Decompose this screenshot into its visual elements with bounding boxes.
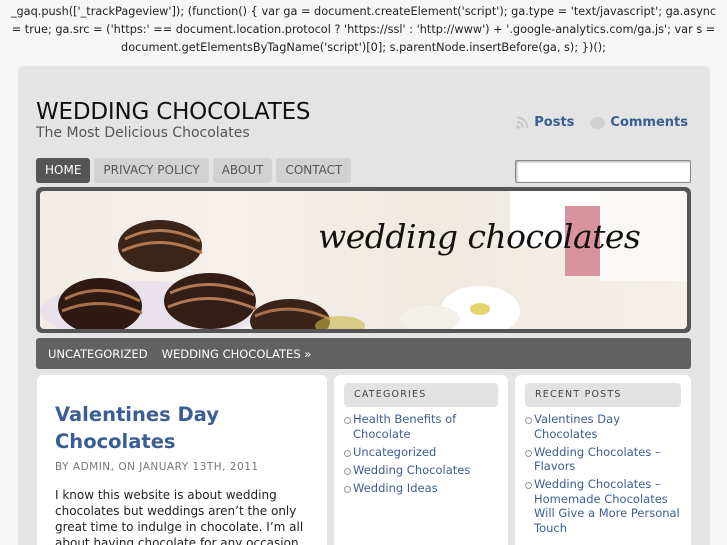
search-input[interactable] bbox=[515, 160, 691, 183]
list-item[interactable]: Valentines Day Chocolates bbox=[525, 412, 681, 441]
posts-feed-link[interactable]: Posts bbox=[516, 115, 574, 130]
analytics-code-text: _gaq.push(['_trackPageview']); (function… bbox=[0, 0, 727, 66]
comments-feed-label: Comments bbox=[610, 115, 688, 130]
posts-feed-label: Posts bbox=[534, 115, 575, 130]
recent-posts-widget-title: RECENT POSTS bbox=[525, 383, 681, 407]
comments-feed-link[interactable]: Comments bbox=[580, 115, 688, 130]
recent-posts-widget: RECENT POSTS Valentines Day Chocolates W… bbox=[515, 375, 691, 545]
categories-list: Health Benefits of Chocolate Uncategoriz… bbox=[344, 412, 498, 495]
code-line-1: _gaq.push(['_trackPageview']); (function… bbox=[10, 5, 717, 18]
list-item[interactable]: Wedding Chocolates – Flavors bbox=[525, 445, 681, 474]
categories-widget: CATEGORIES Health Benefits of Chocolate … bbox=[334, 375, 508, 545]
banner-title: wedding chocolates bbox=[318, 217, 641, 256]
post-meta: BY ADMIN, ON JANUARY 13TH, 2011 bbox=[55, 461, 259, 473]
recent-posts-list: Valentines Day Chocolates Wedding Chocol… bbox=[525, 412, 681, 535]
list-item[interactable]: Health Benefits of Chocolate bbox=[344, 412, 498, 441]
comment-bubble-icon bbox=[590, 116, 606, 129]
category-nav: UNCATEGORIZED WEDDING CHOCOLATES » bbox=[36, 338, 691, 369]
rss-icon bbox=[516, 116, 529, 129]
site-tagline: The Most Delicious Chocolates bbox=[36, 125, 250, 141]
header-banner: wedding chocolates bbox=[36, 187, 691, 333]
code-line-2: = true; ga.src = ('https:' == document.l… bbox=[11, 23, 716, 36]
nav-privacy-policy[interactable]: PRIVACY POLICY bbox=[94, 158, 209, 183]
post-excerpt: I know this website is about wedding cho… bbox=[55, 488, 304, 545]
nav-about[interactable]: ABOUT bbox=[212, 158, 273, 183]
chocolates-illustration bbox=[40, 191, 687, 329]
site-title[interactable]: WEDDING CHOCOLATES bbox=[36, 99, 311, 125]
code-line-3: document.getElementsByTagName('script')[… bbox=[121, 41, 606, 54]
post-card: Valentines Day Chocolates BY ADMIN, ON J… bbox=[37, 375, 327, 545]
post-title[interactable]: Valentines Day Chocolates bbox=[55, 401, 309, 455]
category-wedding-chocolates[interactable]: WEDDING CHOCOLATES » bbox=[162, 347, 312, 361]
categories-widget-title: CATEGORIES bbox=[344, 383, 498, 407]
category-uncategorized[interactable]: UNCATEGORIZED bbox=[48, 347, 148, 361]
nav-contact[interactable]: CONTACT bbox=[276, 158, 352, 183]
page-container: WEDDING CHOCOLATES The Most Delicious Ch… bbox=[18, 66, 710, 545]
feed-links: Posts Comments bbox=[516, 115, 688, 130]
list-item[interactable]: Wedding Ideas bbox=[344, 481, 498, 496]
list-item[interactable]: Wedding Chocolates bbox=[344, 463, 498, 478]
list-item[interactable]: Wedding Chocolates – Homemade Chocolates… bbox=[525, 477, 681, 535]
nav-home[interactable]: HOME bbox=[36, 158, 91, 183]
banner-image: wedding chocolates bbox=[40, 191, 687, 329]
list-item[interactable]: Uncategorized bbox=[344, 445, 498, 460]
main-nav: HOME PRIVACY POLICY ABOUT CONTACT bbox=[36, 158, 352, 183]
